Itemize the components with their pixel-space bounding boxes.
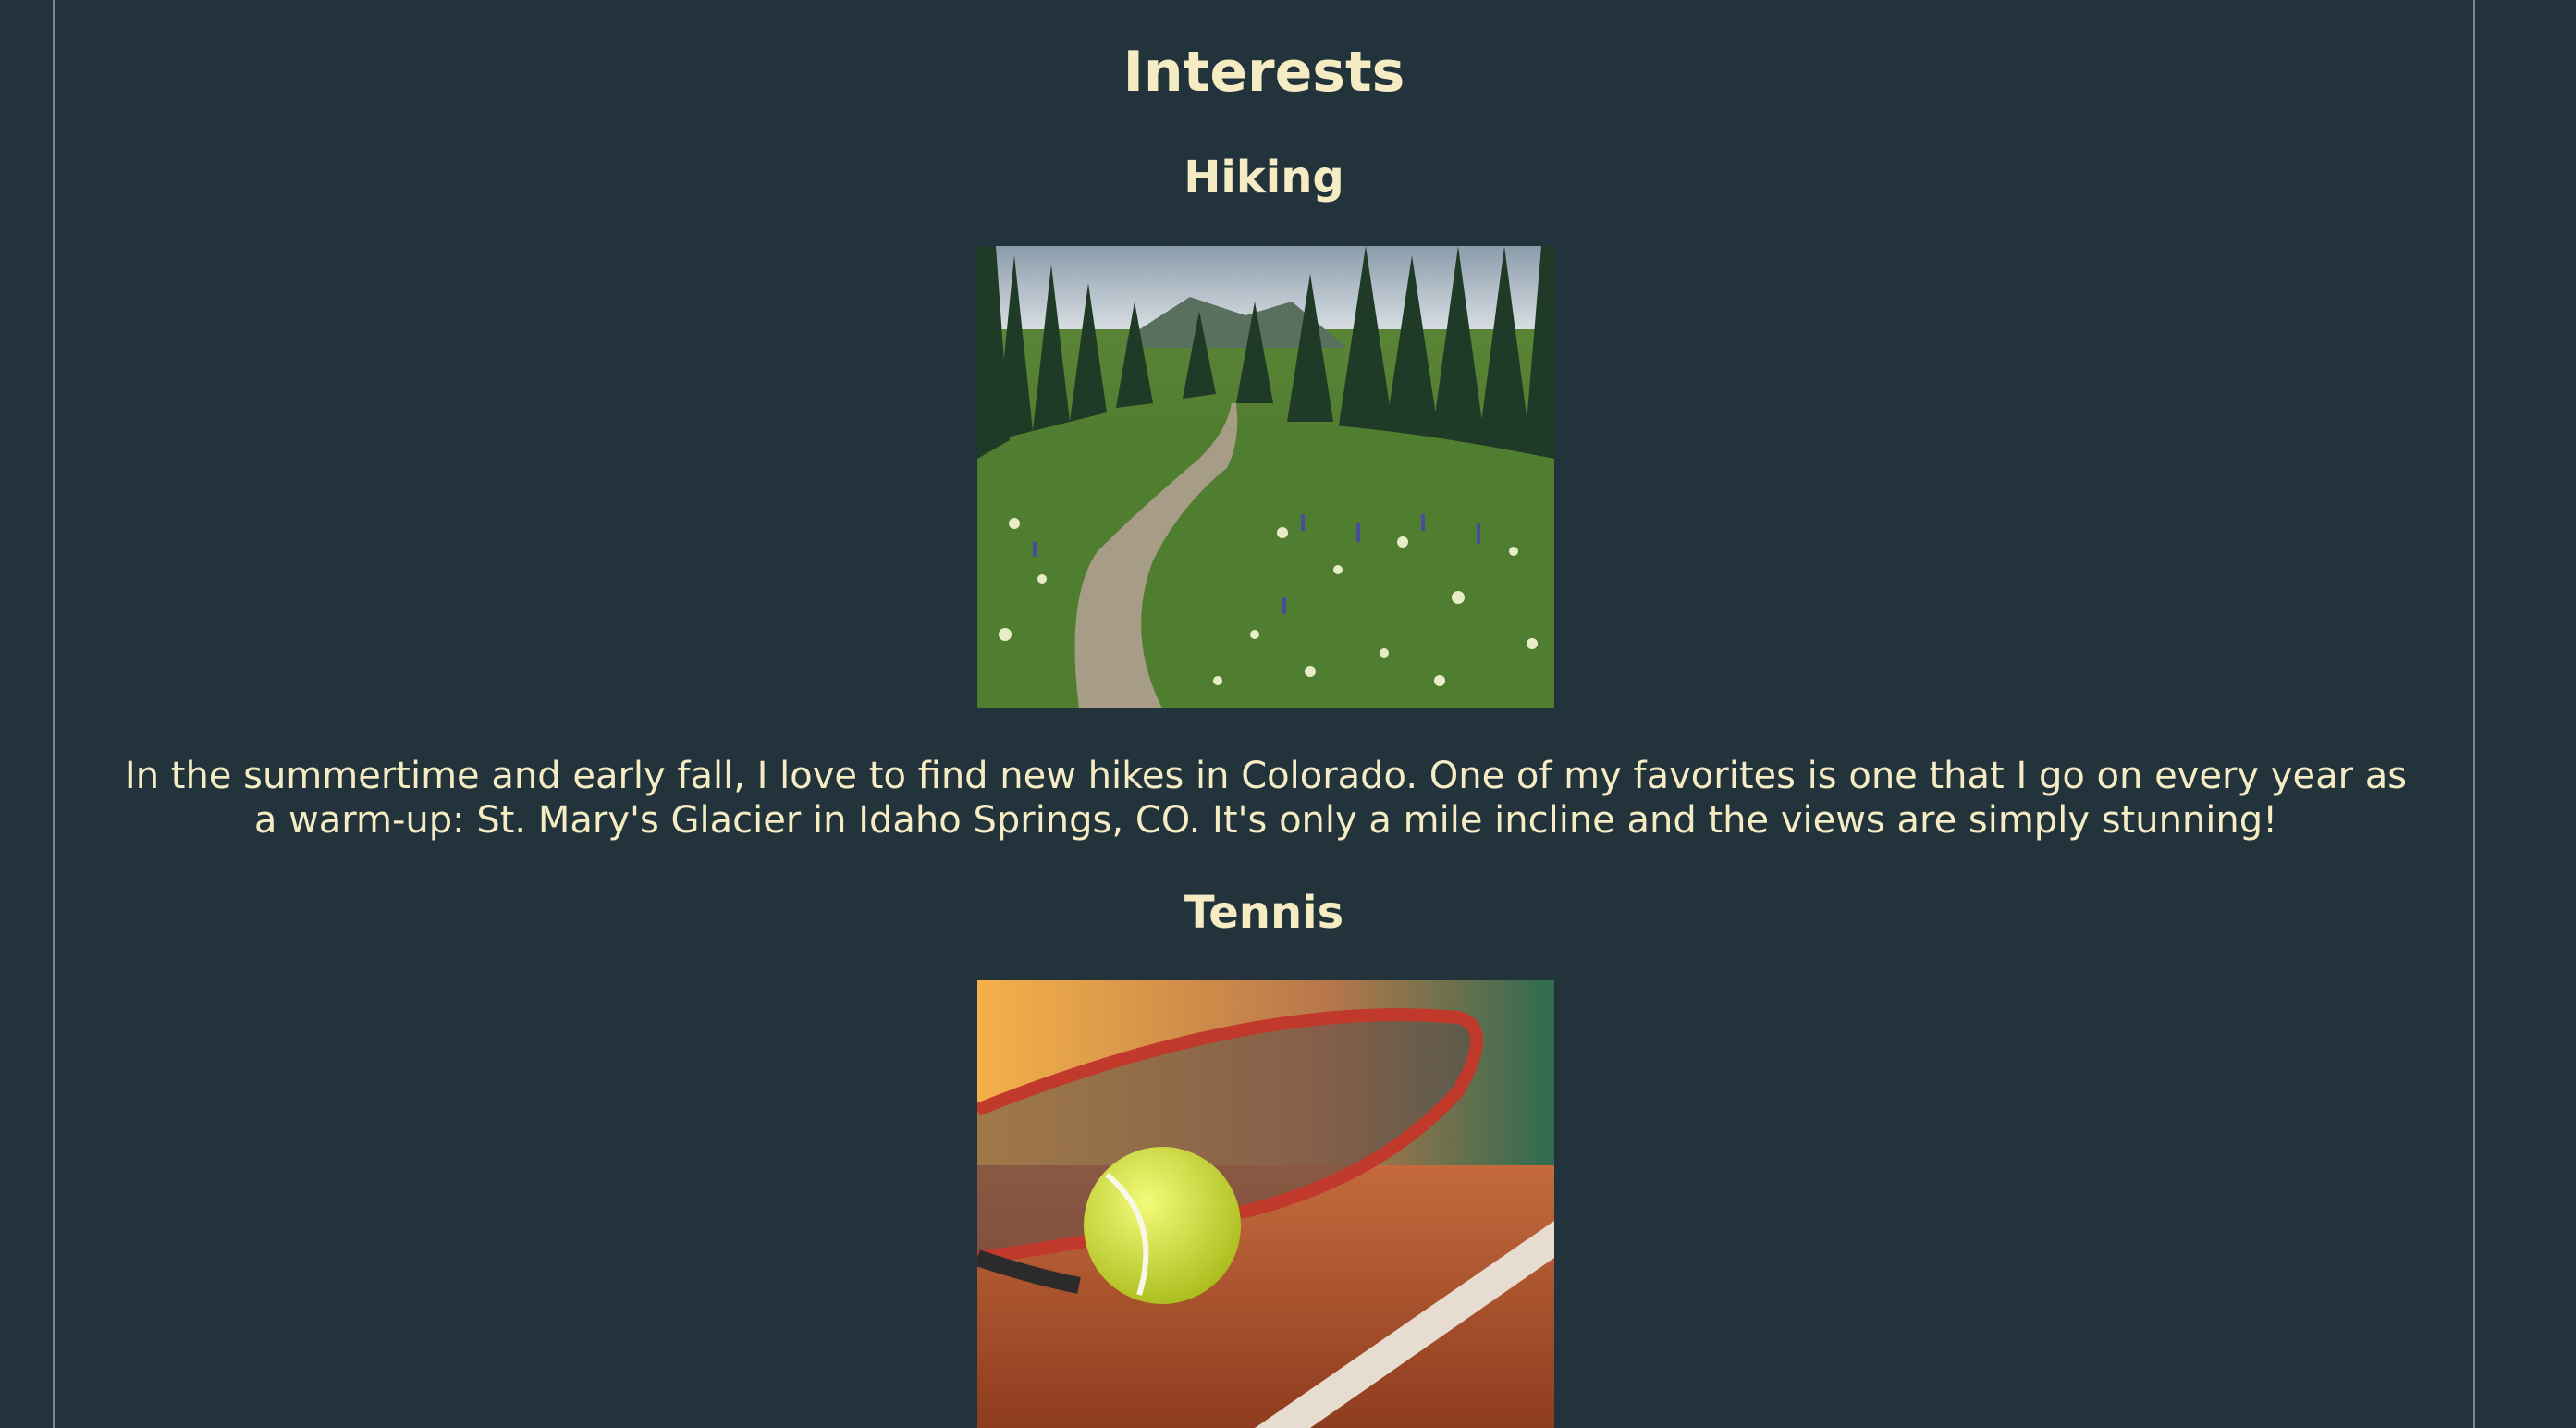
tennis-photo [977,980,1554,1428]
hiking-heading: Hiking [1184,152,1344,203]
tennis-heading: Tennis [1184,887,1344,939]
page-title: Interests [1122,40,1405,105]
hiking-photo [977,246,1554,708]
page-container: Interests Hiking In the summertime and e… [53,0,2475,1428]
hiking-description: In the summertime and early fall, I love… [124,755,2408,842]
